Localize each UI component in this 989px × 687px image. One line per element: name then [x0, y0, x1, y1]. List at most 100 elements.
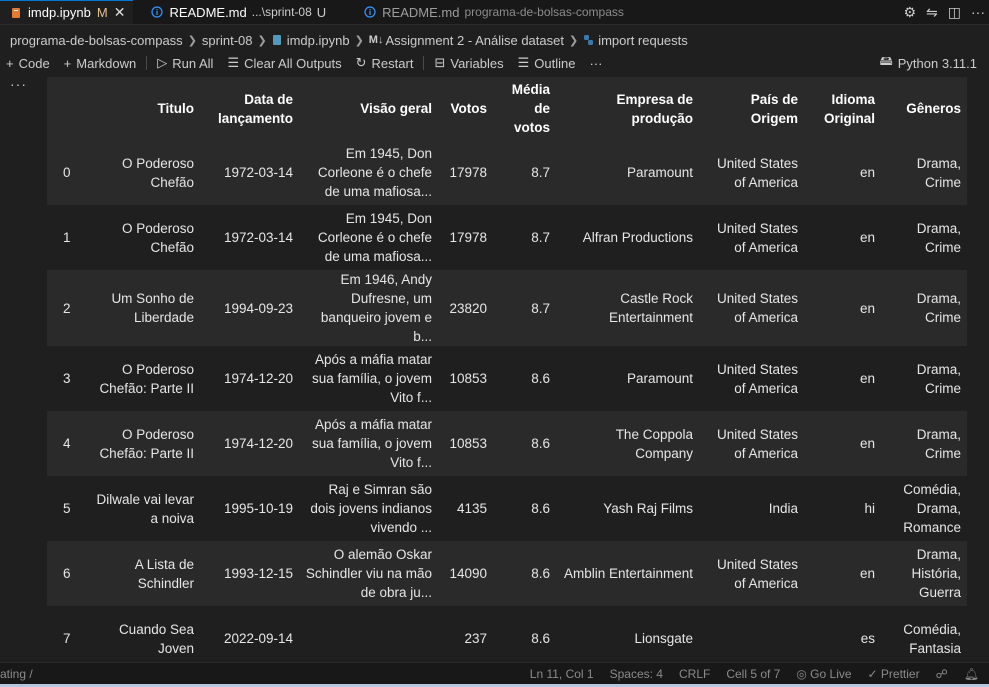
plus-icon: +: [6, 55, 14, 71]
table-cell: Amblin Entertainment: [563, 566, 693, 581]
table-cell: Lionsgate: [634, 631, 693, 646]
table-cell: 14090: [449, 566, 487, 581]
tab-readme-sprint[interactable]: README.md ...\sprint-08 U: [133, 0, 334, 24]
cell-indicator[interactable]: Cell 5 of 7: [726, 667, 780, 681]
table-cell: United States of America: [716, 291, 798, 325]
table-cell: O Poderoso Chefão: [121, 220, 194, 255]
editor-tab-bar: imdp.ipynb M ✕ README.md ...\sprint-08 U…: [0, 0, 989, 25]
table-cell: Em 1945, Don Corleone é o chefe de uma m…: [317, 211, 432, 264]
tab-status-badge: U: [316, 4, 327, 20]
table-cell: Drama, História, Guerra: [911, 547, 961, 600]
table-row: 2 Um Sonho de Liberdade 1994-09-23 Em 19…: [47, 270, 967, 346]
add-markdown-cell-button[interactable]: + Markdown: [64, 56, 137, 71]
tab-status-badge: M: [96, 5, 108, 20]
column-header: Idioma Original: [804, 77, 881, 140]
table-cell: Paramount: [626, 371, 693, 386]
check-icon: ✓: [867, 667, 881, 681]
restart-button[interactable]: ↻ Restart: [356, 55, 414, 71]
table-cell: Em 1945, Don Corleone é o chefe de uma m…: [317, 146, 432, 199]
table-cell: 1972-03-14: [223, 165, 293, 180]
column-header: País de Origem: [699, 77, 804, 140]
table-cell: Raj e Simran são dois jovens indianos vi…: [310, 482, 432, 535]
cell-output-menu[interactable]: ···: [10, 76, 27, 92]
variables-icon: ⊟: [434, 55, 446, 70]
status-right: Ln 11, Col 1 Spaces: 4 CRLF Cell 5 of 7 …: [530, 667, 979, 681]
table-row: 0 O Poderoso Chefão 1972-03-14 Em 1945, …: [47, 140, 967, 205]
breadcrumb: programa-de-bolsas-compass ❯ sprint-08 ❯…: [0, 29, 989, 51]
more-actions-button[interactable]: ···: [589, 56, 602, 71]
dataframe-table: Titulo Data de lançamento Visão geral Vo…: [47, 77, 967, 662]
clear-label: Clear All Outputs: [244, 55, 342, 71]
split-editor-icon[interactable]: ◫: [948, 4, 961, 21]
chevron-right-icon: ❯: [187, 34, 197, 47]
row-index: 6: [63, 566, 71, 581]
prettier-button[interactable]: ✓ Prettier: [868, 667, 920, 681]
close-icon[interactable]: ✕: [114, 4, 126, 21]
table-cell: United States of America: [716, 426, 798, 461]
breadcrumb-item[interactable]: imdp.ipynb: [287, 33, 350, 48]
notebook-toolbar: + Code + Markdown ▷ Run All ☰ Clear All Outp…: [0, 52, 989, 74]
table-cell: 4135: [456, 501, 487, 516]
more-icon[interactable]: ···: [971, 4, 985, 20]
table-cell: Drama, Crime: [916, 291, 961, 325]
table-cell: en: [859, 300, 875, 316]
line-ending[interactable]: CRLF: [679, 667, 710, 681]
table-cell: 8.6: [531, 501, 550, 516]
tab-readme-root[interactable]: README.md programa-de-bolsas-compass: [334, 0, 632, 24]
table-cell: United States of America: [716, 220, 798, 255]
kernel-picker[interactable]: 🖴 Python 3.11.1: [880, 52, 977, 74]
server-icon: 🖴: [879, 53, 893, 68]
table-cell: [699, 606, 804, 662]
cell-output: Titulo Data de lançamento Visão geral Vo…: [47, 77, 967, 662]
table-cell: en: [859, 436, 875, 451]
bell-icon[interactable]: 🔔︎: [964, 667, 979, 681]
table-cell: [299, 606, 438, 662]
tab-imdp-ipynb[interactable]: imdp.ipynb M ✕: [0, 0, 134, 24]
plus-icon: +: [63, 55, 72, 71]
table-cell: O Poderoso Chefão: Parte II: [99, 426, 194, 461]
index-header: [47, 77, 87, 140]
kernel-label: Python 3.11.1: [897, 55, 977, 71]
breadcrumb-item[interactable]: import requests: [598, 33, 688, 48]
status-left-text: ating /: [0, 667, 33, 681]
run-all-button[interactable]: ▷ Run All: [157, 55, 213, 71]
table-cell: United States of America: [716, 155, 798, 190]
broadcast-icon: ◎: [796, 667, 811, 681]
table-cell: 2022-09-14: [223, 631, 293, 646]
markdown-icon: M↓: [368, 34, 384, 46]
table-cell: Após a máfia matar sua família, o jovem …: [311, 352, 432, 405]
table-cell: 237: [464, 631, 487, 646]
breadcrumb-item[interactable]: programa-de-bolsas-compass: [10, 33, 183, 48]
table-row: 7 Cuando Sea Joven 2022-09-14 237 8.6 Li…: [47, 606, 967, 662]
table-cell: 8.6: [531, 436, 550, 451]
column-header: Empresa de produção: [556, 77, 699, 140]
add-code-cell-button[interactable]: + Code: [6, 56, 50, 71]
branch-compare-icon[interactable]: ⇋: [926, 4, 938, 21]
table-cell: Alfran Productions: [582, 230, 693, 245]
table-cell: en: [859, 165, 875, 180]
table-cell: The Coppola Company: [615, 426, 693, 461]
gear-icon[interactable]: ⚙: [903, 4, 916, 21]
tab-path: ...\sprint-08: [251, 5, 312, 19]
table-cell: Drama, Crime: [916, 155, 961, 190]
feedback-icon[interactable]: ☍: [936, 667, 948, 681]
column-header: Votos: [438, 77, 493, 140]
table-row: 6 A Lista de Schindler 1993-12-15 O alem…: [47, 541, 967, 606]
breadcrumb-item[interactable]: sprint-08: [202, 33, 253, 48]
table-cell: 1995-10-19: [223, 501, 293, 516]
table-cell: United States of America: [716, 361, 798, 396]
go-live-button[interactable]: ◎ Go Live: [796, 667, 851, 681]
cursor-position[interactable]: Ln 11, Col 1: [530, 667, 594, 681]
restart-icon: ↻: [355, 55, 367, 70]
table-cell: en: [859, 566, 875, 581]
table-cell: 1972-03-14: [223, 230, 293, 245]
indentation[interactable]: Spaces: 4: [610, 667, 663, 681]
table-cell: Comédia, Drama, Romance: [903, 482, 961, 535]
breadcrumb-item[interactable]: Assignment 2 - Análise dataset: [385, 33, 564, 48]
outline-button[interactable]: ☰ Outline: [518, 55, 576, 71]
row-index: 3: [63, 371, 71, 386]
clear-all-outputs-button[interactable]: ☰ Clear All Outputs: [227, 55, 341, 71]
table-cell: 1974-12-20: [223, 371, 293, 386]
info-icon: [151, 6, 164, 18]
variables-button[interactable]: ⊟ Variables: [434, 55, 503, 71]
